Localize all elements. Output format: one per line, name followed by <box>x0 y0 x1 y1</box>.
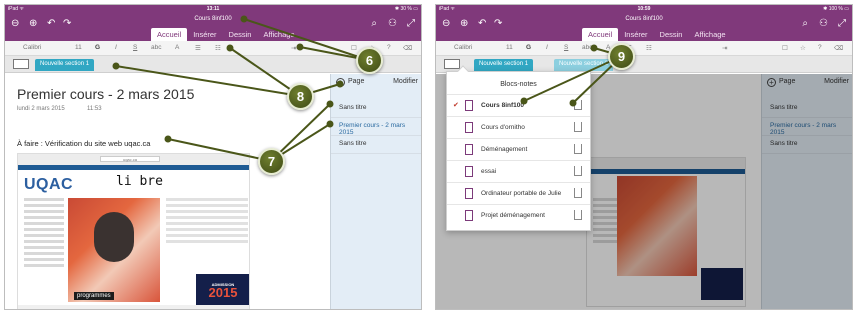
callout-8-dot-page <box>336 80 344 88</box>
callout-7-dot-todo <box>164 135 172 143</box>
callout-9-line-notebook <box>523 55 623 102</box>
callout-9: 9 <box>608 43 635 70</box>
callout-7-line-todo <box>167 138 272 162</box>
callout-7: 7 <box>258 148 285 175</box>
callout-6-line-title <box>243 18 369 61</box>
callout-9-dot-notebook <box>520 97 528 105</box>
callout-lines <box>112 15 623 162</box>
callout-9-dot-share <box>569 99 577 107</box>
callout-6: 6 <box>356 47 383 74</box>
callout-9-dot-ribbon <box>590 44 598 52</box>
callout-7-dot-page1 <box>326 100 334 108</box>
callout-6-dot-ribbon <box>296 43 304 51</box>
callout-8-line-section <box>115 65 301 97</box>
callout-7-dot-page2 <box>326 120 334 128</box>
callout-8-dot-tab <box>226 44 234 52</box>
callout-6-dot-title <box>240 15 248 23</box>
callout-8-dot-section <box>112 62 120 70</box>
callout-8: 8 <box>287 83 314 110</box>
